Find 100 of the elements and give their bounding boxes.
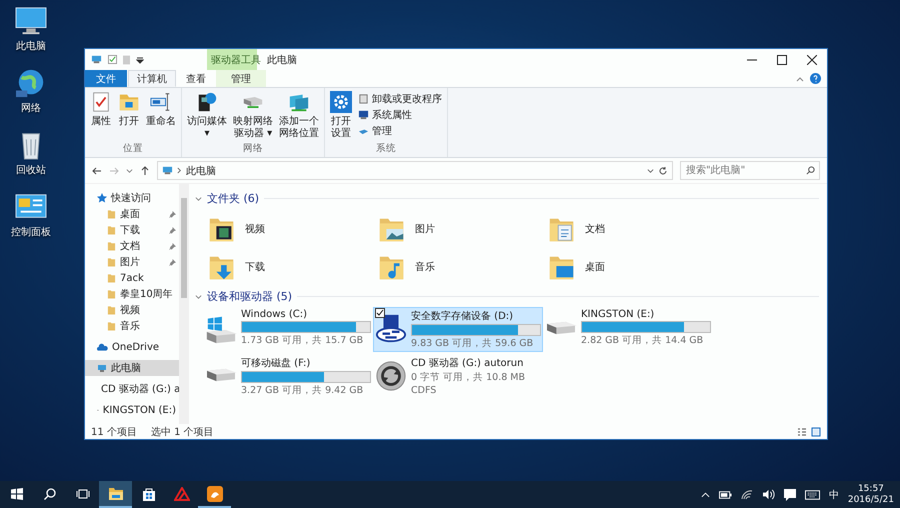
drive-tile[interactable]: CD 驱动器 (G:) autorun 0 字节 可用，共 10.8 MB CDFS: [373, 354, 543, 399]
folder-item[interactable]: 音乐: [377, 250, 547, 284]
input-method-indicator[interactable]: 中: [828, 488, 839, 502]
chevron-down-icon[interactable]: [195, 194, 202, 202]
sidebar-item[interactable]: 此电脑: [85, 360, 179, 376]
notification-icon[interactable]: [784, 488, 796, 500]
caret-up-icon[interactable]: [700, 492, 710, 498]
drive-name: CD 驱动器 (G:) autorun: [411, 357, 524, 370]
large-icons-view-icon[interactable]: [811, 426, 821, 436]
pin-icon: [169, 242, 176, 250]
scrollbar[interactable]: [179, 184, 189, 424]
close-icon: [807, 54, 817, 64]
volume-icon[interactable]: [762, 489, 775, 500]
desktop-shortcut[interactable]: 回收站: [14, 130, 48, 177]
drive-space: 2.82 GB 可用，共 14.4 GB: [581, 334, 704, 347]
keyboard-icon[interactable]: [804, 490, 820, 500]
ribbon-button[interactable]: 卸载或更改程序: [356, 91, 444, 106]
search-icon: [44, 488, 56, 500]
group-label: 系统: [375, 142, 397, 155]
sidebar-item[interactable]: 下载: [85, 222, 179, 238]
checklist-icon: [90, 91, 112, 113]
sidebar-item[interactable]: 视频: [85, 302, 179, 318]
back-icon[interactable]: [92, 166, 102, 176]
selection-count: 选中 1 个项目: [150, 426, 214, 438]
app-icon: [206, 486, 222, 502]
folder-item[interactable]: 图片: [377, 212, 547, 246]
battery-icon[interactable]: [718, 490, 732, 498]
refresh-icon[interactable]: [658, 166, 668, 176]
sidebar-item[interactable]: 音乐: [85, 318, 179, 334]
removable-drive-icon: [205, 368, 237, 382]
network-drive-icon: [242, 96, 264, 109]
cloud-icon: [97, 343, 108, 351]
task-view-icon: [76, 488, 90, 500]
ribbon-button[interactable]: 访问媒体 ▾: [185, 91, 229, 142]
chevron-down-icon[interactable]: [126, 167, 133, 174]
file-system: CDFS: [411, 385, 438, 396]
ribbon-button[interactable]: 属性: [88, 91, 114, 142]
ribbon-button[interactable]: 系统属性: [356, 107, 444, 122]
folder-item[interactable]: 下载: [207, 250, 377, 284]
checkbox-icon[interactable]: [375, 308, 385, 318]
chevron-down-icon[interactable]: [647, 167, 654, 174]
drive-name: Windows (C:): [241, 309, 308, 320]
drive-tile[interactable]: 可移动磁盘 (F:) 3.27 GB 可用，共 9.42 GB: [203, 354, 373, 399]
address-bar[interactable]: 此电脑: [157, 161, 673, 180]
ribbon-button[interactable]: 打开 设置: [328, 91, 354, 142]
windows-icon: [10, 488, 22, 500]
disc-drive-icon: [375, 360, 407, 392]
drive-name: KINGSTON (E:): [581, 309, 656, 320]
sidebar-item[interactable]: 快速访问: [85, 190, 179, 206]
shopping-bag-icon: [142, 486, 156, 500]
up-arrow-icon[interactable]: [140, 166, 150, 176]
ribbon-button[interactable]: 重命名: [144, 91, 178, 142]
monitor-icon: [14, 6, 48, 36]
ribbon-tab[interactable]: 查看: [177, 70, 215, 87]
desktop-shortcut[interactable]: 控制面板: [11, 192, 51, 239]
clock[interactable]: 15:57 2016/5/21: [848, 484, 894, 506]
ribbon-tab[interactable]: 文件: [85, 70, 127, 87]
group-label: 位置: [122, 142, 144, 155]
sidebar-item[interactable]: OneDrive: [85, 339, 179, 355]
section-heading[interactable]: 文件夹 (6): [207, 190, 260, 206]
ribbon-button[interactable]: 映射网络 驱动器 ▾: [231, 91, 275, 142]
sidebar-item[interactable]: 拳皇10周年: [85, 286, 179, 302]
sidebar-item[interactable]: 图片: [85, 254, 179, 270]
dropdown-icon[interactable]: [136, 56, 144, 64]
ribbon-tab[interactable]: 计算机: [128, 70, 176, 87]
desktop-shortcut[interactable]: 此电脑: [14, 6, 48, 53]
collapse-ribbon-icon[interactable]: [796, 76, 804, 82]
ribbon-tab[interactable]: 管理: [216, 70, 266, 87]
checkbox-icon[interactable]: [108, 55, 117, 64]
triangle-logo-icon: [174, 486, 190, 500]
folder-item[interactable]: 视频: [207, 212, 377, 246]
ribbon-button[interactable]: 管理: [356, 123, 444, 138]
chevron-down-icon[interactable]: [195, 292, 202, 300]
pin-icon: [169, 258, 176, 266]
drive-space: 9.83 GB 可用，共 59.6 GB: [411, 337, 534, 350]
maximize-icon: [777, 54, 787, 64]
drive-tile[interactable]: KINGSTON (E:) 2.82 GB 可用，共 14.4 GB: [543, 307, 713, 352]
settings-icon: [330, 91, 352, 113]
drive-tile[interactable]: 安全数字存储设备 (D:) 9.83 GB 可用，共 59.6 GB: [373, 307, 543, 352]
drive-space: 1.73 GB 可用，共 15.7 GB: [241, 334, 364, 347]
help-icon[interactable]: [810, 73, 821, 84]
sidebar-item[interactable]: 7ack: [85, 270, 179, 286]
program-icon: [358, 93, 369, 104]
desktop-shortcut[interactable]: 网络: [14, 68, 48, 115]
chevron-right-icon: [177, 167, 182, 174]
details-view-icon[interactable]: [797, 426, 807, 436]
drive-tile[interactable]: Windows (C:) 1.73 GB 可用，共 15.7 GB: [203, 307, 373, 352]
wifi-icon[interactable]: [740, 490, 753, 500]
taskbar-button[interactable]: [99, 481, 132, 508]
sidebar-item[interactable]: 文档: [85, 238, 179, 254]
section-heading[interactable]: 设备和驱动器 (5): [207, 288, 292, 304]
folder-item[interactable]: 桌面: [547, 250, 717, 284]
ribbon-button[interactable]: 打开: [116, 91, 142, 142]
group-label: 网络: [242, 142, 264, 155]
sidebar-item[interactable]: KINGSTON (E:): [85, 402, 179, 418]
address-path[interactable]: 此电脑: [186, 164, 216, 178]
sidebar-item[interactable]: 桌面: [85, 206, 179, 222]
folder-item[interactable]: 文档: [547, 212, 717, 246]
search-field[interactable]: 搜索"此电脑": [680, 161, 820, 180]
ribbon-button[interactable]: 添加一个 网络位置: [277, 91, 321, 142]
